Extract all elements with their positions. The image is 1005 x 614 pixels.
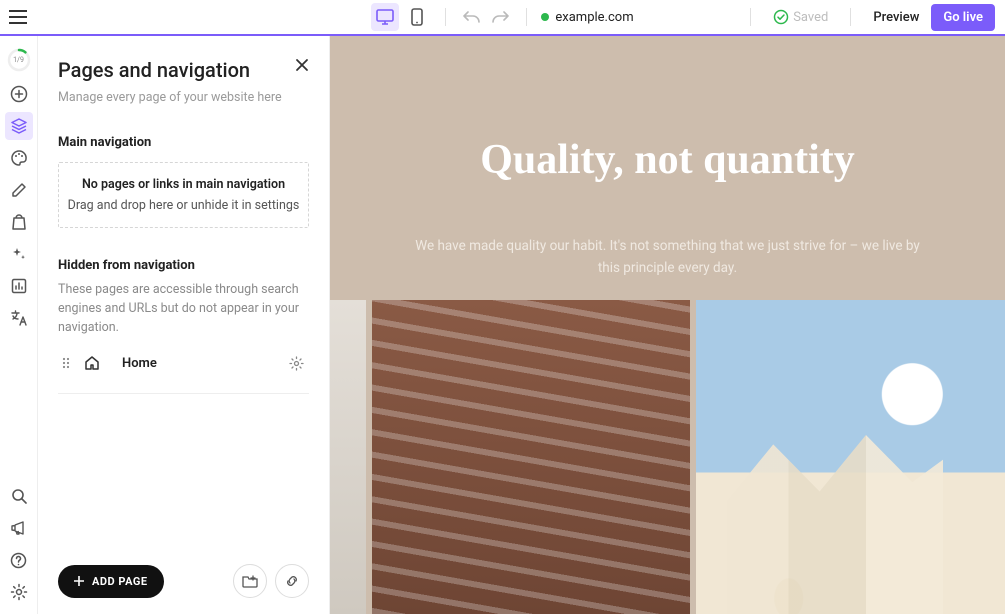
rail-announce-button[interactable] [5, 514, 33, 542]
plus-circle-icon [10, 85, 28, 103]
domain-text: example.com [555, 10, 633, 25]
link-icon [284, 573, 300, 589]
page-label: Home [122, 356, 289, 371]
domain-indicator[interactable]: example.com [541, 10, 633, 25]
hero-title: Quality, not quantity [330, 136, 1005, 184]
add-page-button[interactable]: ADD PAGE [58, 565, 164, 598]
saved-label: Saved [793, 10, 828, 25]
palette-icon [10, 149, 28, 167]
add-folder-button[interactable] [233, 564, 267, 598]
mobile-icon [411, 8, 423, 26]
sparkles-icon [11, 246, 27, 262]
redo-icon [491, 9, 509, 25]
redo-button[interactable] [488, 5, 512, 29]
preview-button[interactable]: Preview [873, 10, 919, 25]
folder-plus-icon [242, 574, 258, 588]
chart-icon [11, 278, 27, 294]
megaphone-icon [10, 520, 27, 536]
dropzone-title: No pages or links in main navigation [67, 177, 300, 192]
drag-handle-icon [62, 357, 70, 369]
device-desktop-button[interactable] [371, 3, 399, 31]
close-icon [295, 58, 309, 72]
top-bar: example.com Saved Preview Go live [0, 0, 1005, 36]
hero-subtitle: We have made quality our habit. It's not… [330, 236, 1005, 279]
rail-store-button[interactable] [5, 208, 33, 236]
progress-label: 1/9 [13, 56, 24, 64]
divider [526, 8, 527, 26]
page-row-home[interactable]: Home [58, 343, 309, 383]
check-circle-icon [773, 9, 789, 25]
rail-analytics-button[interactable] [5, 272, 33, 300]
hidden-nav-heading: Hidden from navigation [58, 258, 309, 273]
home-icon [78, 355, 106, 371]
shopping-bag-icon [11, 213, 27, 231]
hidden-nav-description: These pages are accessible through searc… [58, 281, 309, 337]
add-link-button[interactable] [275, 564, 309, 598]
divider [850, 8, 851, 26]
site-preview-canvas[interactable]: Quality, not quantity We have made quali… [330, 36, 1005, 614]
pages-panel: Pages and navigation Manage every page o… [38, 36, 330, 614]
translate-icon [10, 309, 28, 327]
menu-button[interactable] [0, 0, 36, 35]
rail-add-button[interactable] [5, 80, 33, 108]
panel-title: Pages and navigation [58, 58, 309, 82]
left-rail: 1/9 [0, 36, 38, 614]
main-area: 1/9 [0, 36, 1005, 614]
undo-icon [463, 9, 481, 25]
rail-settings-button[interactable] [5, 578, 33, 606]
layers-icon [10, 117, 28, 135]
hamburger-icon [9, 10, 27, 24]
search-icon [11, 488, 27, 504]
desktop-icon [376, 9, 394, 25]
device-mobile-button[interactable] [403, 3, 431, 31]
panel-subtitle: Manage every page of your website here [58, 90, 309, 105]
divider [750, 8, 751, 26]
add-page-label: ADD PAGE [92, 575, 148, 588]
rail-help-button[interactable] [5, 546, 33, 574]
main-nav-dropzone[interactable]: No pages or links in main navigation Dra… [58, 162, 309, 228]
dropzone-hint: Drag and drop here or unhide it in setti… [67, 198, 300, 213]
pencil-icon [11, 182, 27, 198]
drag-handle[interactable] [58, 357, 74, 369]
divider [58, 393, 309, 394]
main-nav-heading: Main navigation [58, 135, 309, 150]
page-settings-button[interactable] [289, 356, 309, 371]
status-dot-icon [541, 13, 549, 21]
divider [445, 8, 446, 26]
gear-icon [10, 583, 28, 601]
rail-ai-button[interactable] [5, 240, 33, 268]
help-icon [10, 552, 27, 569]
gallery-image [696, 300, 1005, 614]
rail-design-button[interactable] [5, 144, 33, 172]
gallery-image [330, 300, 366, 614]
saved-status: Saved [773, 9, 828, 25]
panel-close-button[interactable] [291, 54, 313, 76]
rail-search-button[interactable] [5, 482, 33, 510]
rail-pages-button[interactable] [5, 112, 33, 140]
go-live-button[interactable]: Go live [931, 4, 995, 31]
gallery-image [372, 300, 690, 614]
gear-icon [289, 356, 304, 371]
rail-edit-button[interactable] [5, 176, 33, 204]
image-gallery [330, 300, 1005, 614]
rail-translate-button[interactable] [5, 304, 33, 332]
setup-progress[interactable]: 1/9 [7, 48, 31, 72]
plus-icon [74, 576, 84, 586]
undo-button[interactable] [460, 5, 484, 29]
